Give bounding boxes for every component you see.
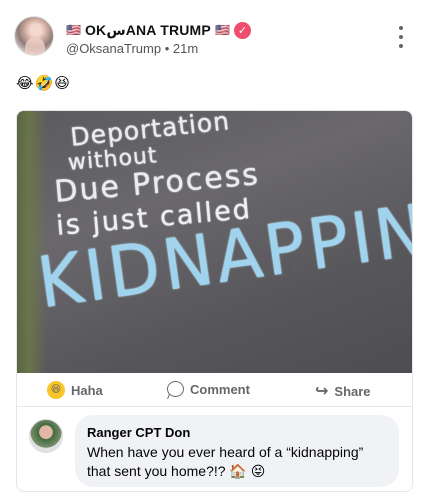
comment-label: Comment xyxy=(190,381,250,397)
more-options-icon[interactable] xyxy=(398,26,404,48)
comment-text: When have you ever heard of a “kidnappin… xyxy=(87,444,364,479)
menu-dot xyxy=(399,44,403,48)
social-post: 🇺🇸 OKسANA TRUMP 🇺🇸 ✓ @OksanaTrump • 21m … xyxy=(0,0,429,500)
author-display-name[interactable]: OKسANA TRUMP xyxy=(85,22,211,39)
haha-label: Haha xyxy=(71,382,103,398)
comment-item: Ranger CPT Don When have you ever heard … xyxy=(17,407,412,491)
dot-separator: • xyxy=(164,41,173,56)
embedded-post-card[interactable]: Deportation without Due Process is just … xyxy=(16,110,413,492)
commenter-avatar[interactable] xyxy=(29,419,63,453)
comment-bubble-icon xyxy=(167,381,184,397)
author-handle[interactable]: @OksanaTrump xyxy=(66,41,161,56)
author-meta: @OksanaTrump • 21m xyxy=(66,41,198,56)
us-flag-icon: 🇺🇸 xyxy=(66,23,81,37)
verified-badge-icon: ✓ xyxy=(233,21,251,39)
haha-button[interactable]: 😆 Haha xyxy=(47,381,103,399)
comment-button[interactable]: Comment xyxy=(167,381,250,397)
us-flag-icon: 🇺🇸 xyxy=(214,23,230,37)
commenter-name[interactable]: Ranger CPT Don xyxy=(87,425,387,440)
menu-dot xyxy=(399,26,403,30)
author-avatar[interactable] xyxy=(14,16,54,56)
share-arrow-icon: ↪ xyxy=(315,383,329,400)
comment-bubble[interactable]: Ranger CPT Don When have you ever heard … xyxy=(75,415,399,487)
haha-emoji-icon: 😆 xyxy=(47,381,65,399)
post-time: 21m xyxy=(172,41,199,56)
menu-dot xyxy=(399,35,403,39)
author-name-row[interactable]: 🇺🇸 OKسANA TRUMP 🇺🇸 ✓ xyxy=(66,21,251,39)
post-header: 🇺🇸 OKسANA TRUMP 🇺🇸 ✓ @OksanaTrump • 21m xyxy=(14,14,414,62)
post-text: 😂🤣😆 xyxy=(16,75,71,92)
share-button[interactable]: ↪ Share xyxy=(315,381,371,401)
reaction-bar: 😆 Haha Comment ↪ Share xyxy=(17,373,412,407)
chalk-sidewalk-photo[interactable]: Deportation without Due Process is just … xyxy=(17,111,412,373)
share-label: Share xyxy=(334,383,371,399)
